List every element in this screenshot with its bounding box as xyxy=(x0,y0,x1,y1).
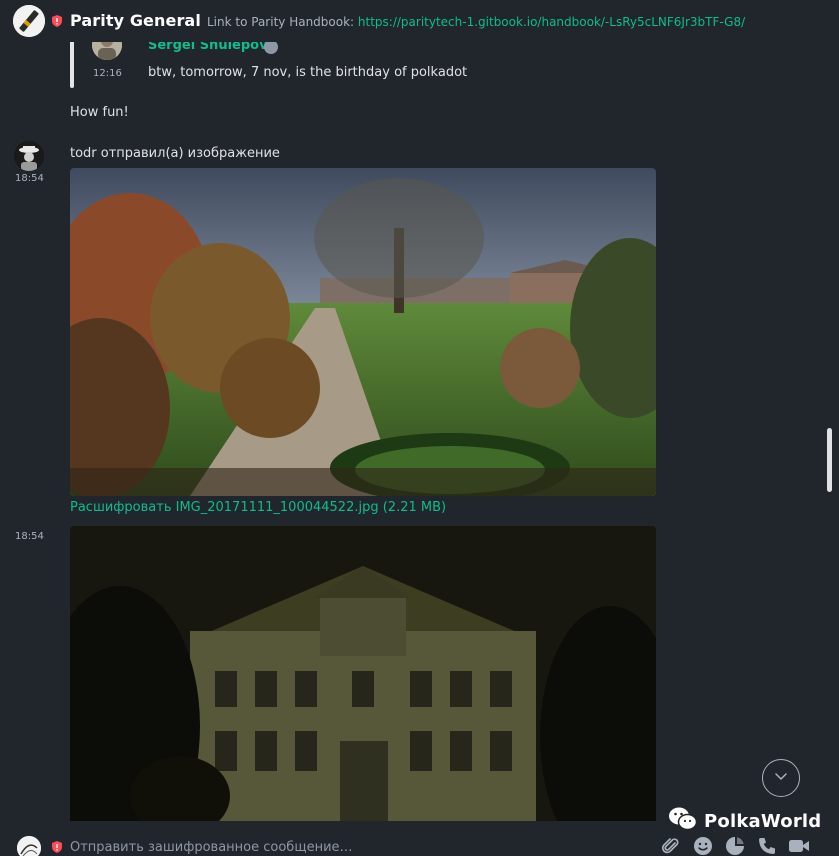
paperclip-icon xyxy=(661,836,681,856)
timeline-scrollbar[interactable] xyxy=(827,428,832,492)
shield-icon xyxy=(52,841,62,853)
room-header: Parity General Link to Parity Handbook: … xyxy=(0,0,839,42)
emoji-button[interactable] xyxy=(691,836,715,856)
voice-call-button[interactable] xyxy=(755,836,779,856)
jump-to-bottom-button[interactable] xyxy=(762,759,800,797)
message-body: todr отправил(а) изображение xyxy=(70,146,280,161)
room-topic-link[interactable]: https://paritytech-1.gitbook.io/handbook… xyxy=(358,15,745,29)
image-attachment[interactable] xyxy=(70,526,656,821)
sticker-icon xyxy=(725,836,745,856)
verified-icon xyxy=(264,40,278,54)
image-attachment[interactable] xyxy=(70,168,656,496)
video-icon xyxy=(788,836,810,856)
avatar[interactable] xyxy=(17,836,41,856)
wechat-icon xyxy=(668,806,698,837)
sticker-button[interactable] xyxy=(723,836,747,856)
decrypt-attachment-link[interactable]: Расшифровать IMG_20171111_100044522.jpg … xyxy=(70,500,446,515)
video-call-button[interactable] xyxy=(787,836,811,856)
quoted-timestamp: 12:16 xyxy=(93,68,122,79)
room-topic[interactable]: Link to Parity Handbook: https://parityt… xyxy=(207,15,745,29)
room-topic-text: Link to Parity Handbook: xyxy=(207,15,358,29)
watermark: PolkaWorld xyxy=(668,806,821,837)
quoted-message-body: btw, tomorrow, 7 nov, is the birthday of… xyxy=(148,65,468,80)
chevron-down-icon xyxy=(773,768,789,788)
phone-icon xyxy=(757,836,777,856)
message-timestamp: 18:54 xyxy=(15,173,44,184)
message-input[interactable] xyxy=(70,836,630,856)
room-avatar[interactable] xyxy=(13,5,45,37)
shield-icon xyxy=(52,15,62,27)
room-title[interactable]: Parity General xyxy=(70,11,201,30)
message-body: How fun! xyxy=(70,105,129,120)
watermark-text: PolkaWorld xyxy=(704,811,822,832)
attach-button[interactable] xyxy=(659,836,683,856)
timeline: Sergei Shulepov 12:16 btw, tomorrow, 7 n… xyxy=(0,0,839,830)
message-timestamp: 18:54 xyxy=(15,531,44,542)
avatar[interactable] xyxy=(14,141,44,171)
emoji-icon xyxy=(693,836,713,856)
